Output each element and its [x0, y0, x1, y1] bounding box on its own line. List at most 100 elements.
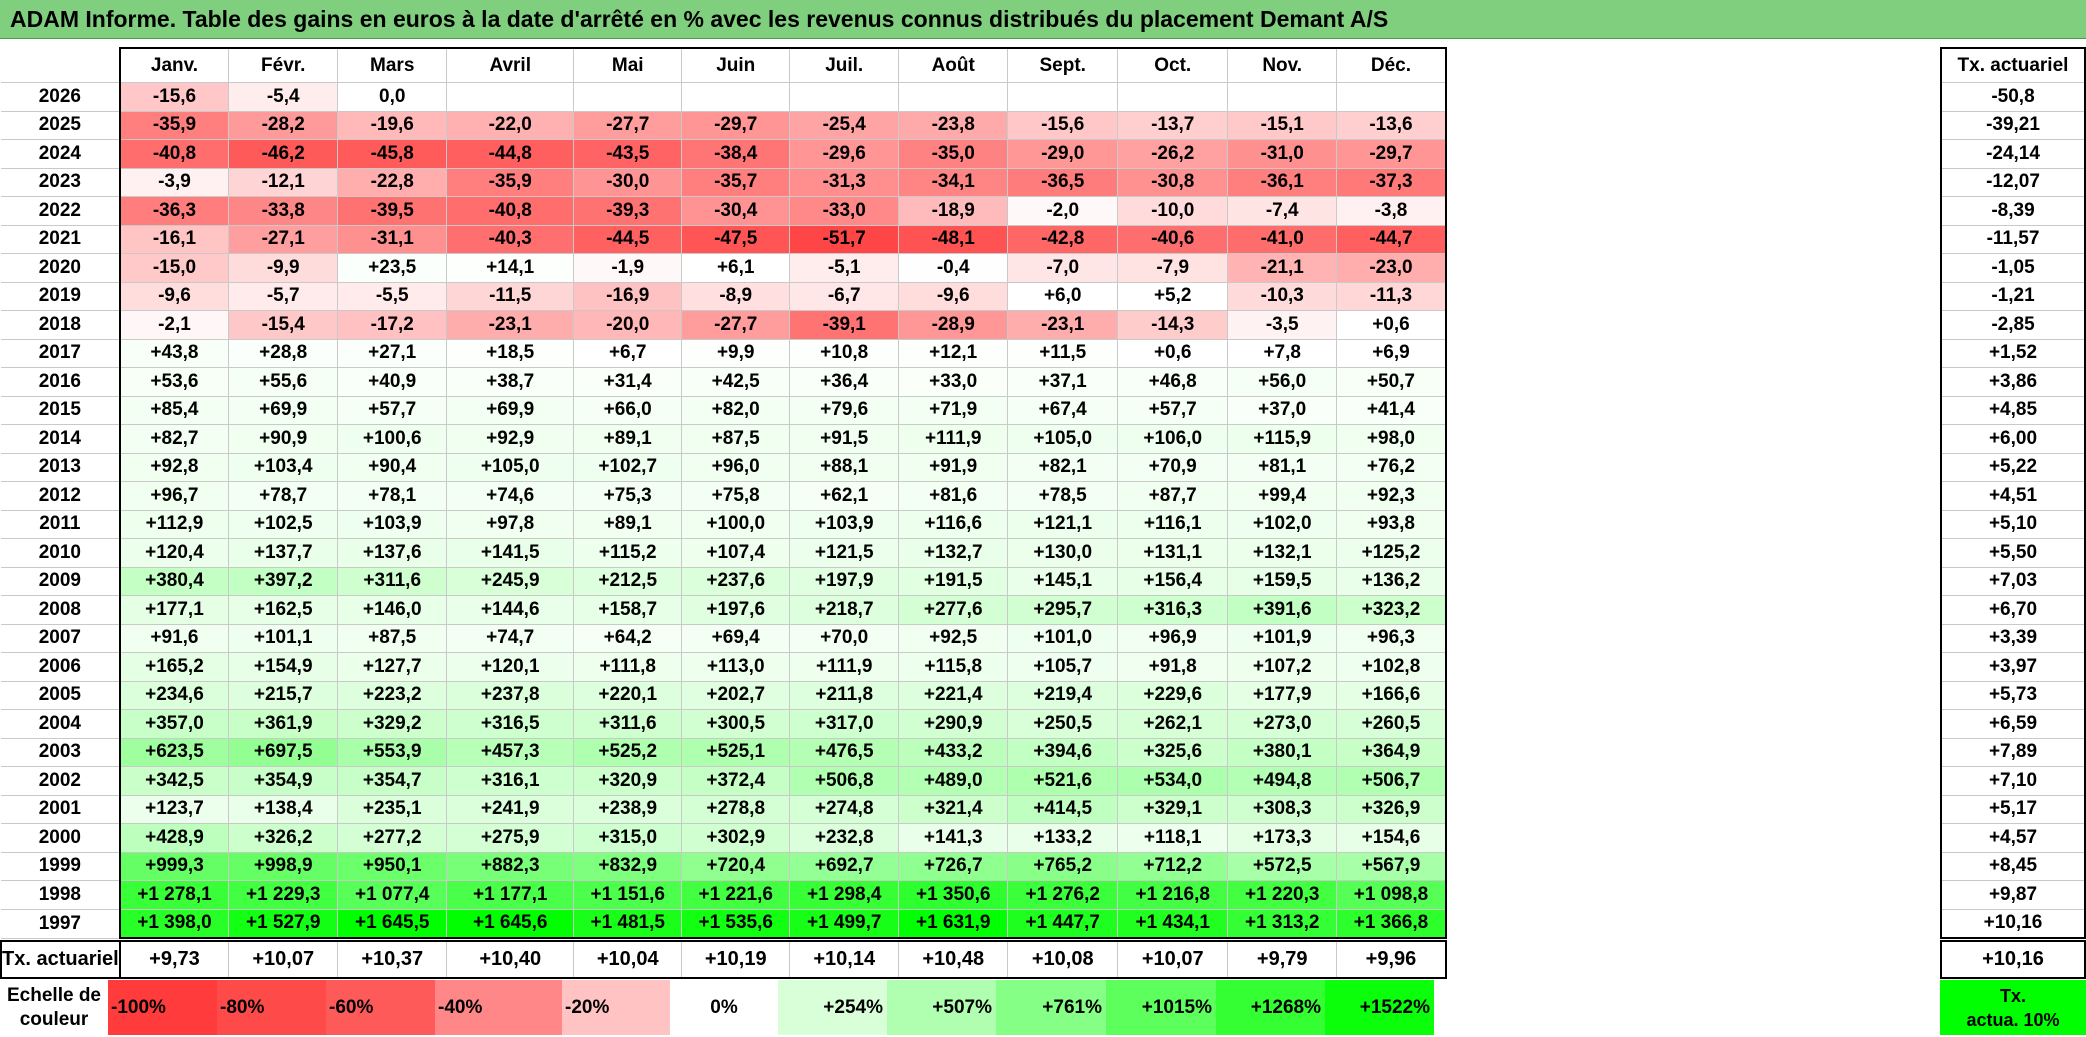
- tx-row: -24,14: [1940, 139, 2086, 169]
- gain-cell: +53,6: [118, 367, 230, 397]
- gain-cell: +235,1: [337, 794, 448, 824]
- month-header: Sept.: [1007, 47, 1119, 83]
- gain-cell: -15,4: [228, 310, 339, 340]
- gain-cell: [789, 82, 900, 112]
- gain-cell: +162,5: [228, 595, 339, 625]
- gain-cell: +316,1: [446, 766, 575, 796]
- gain-cell: +37,1: [1007, 367, 1119, 397]
- gain-cell: +67,4: [1007, 395, 1119, 425]
- table-row: 2000 +428,9 +326,2 +277,2 +275,9 +315,0 +302,9…: [1, 823, 1447, 853]
- gain-cell: [681, 82, 791, 112]
- gain-cell: +1 398,0: [118, 908, 230, 939]
- gain-cell: -29,7: [1336, 139, 1447, 169]
- table-row: 2023 -3,9 -12,1 -22,8 -35,9 -30,0 -35,7 -31,3 -3…: [1, 167, 1447, 197]
- legend-swatch: -40%: [435, 980, 562, 1035]
- table-row: 1997 +1 398,0 +1 527,9 +1 645,5 +1 645,6 +1 4…: [1, 908, 1447, 939]
- tx-cell: +5,10: [1940, 509, 2086, 539]
- gain-cell: [1227, 82, 1338, 112]
- tx-cell: -24,14: [1940, 139, 2086, 169]
- gain-cell: +397,2: [228, 566, 339, 596]
- gain-cell: +234,6: [118, 680, 230, 710]
- gain-cell: +120,4: [118, 538, 230, 568]
- gain-cell: -14,3: [1117, 310, 1229, 340]
- gain-cell: -7,0: [1007, 253, 1119, 283]
- header-row: Janv. Févr. Mars Avril Mai Juin Juil. Août Sept.…: [1, 47, 1447, 83]
- gain-cell: -36,3: [118, 196, 230, 226]
- gain-cell: +156,4: [1117, 566, 1229, 596]
- gain-cell: +1 366,8: [1336, 908, 1447, 939]
- gain-cell: +273,0: [1227, 709, 1338, 739]
- gain-cell: +238,9: [573, 794, 683, 824]
- legend-swatch: +1015%: [1106, 980, 1216, 1035]
- gain-cell: -36,5: [1007, 167, 1119, 197]
- table-row: 2017 +43,8 +28,8 +27,1 +18,5 +6,7 +9,9 +10,8 +12…: [1, 338, 1447, 368]
- tx-row: +4,57: [1940, 823, 2086, 853]
- gain-cell: +316,5: [446, 709, 575, 739]
- gain-cell: +69,4: [681, 623, 791, 653]
- gain-cell: -31,0: [1227, 139, 1338, 169]
- gain-cell: -29,0: [1007, 139, 1119, 169]
- gain-cell: +212,5: [573, 566, 683, 596]
- gain-cell: +316,3: [1117, 595, 1229, 625]
- gain-cell: +197,9: [789, 566, 900, 596]
- gain-cell: +489,0: [898, 766, 1009, 796]
- gain-cell: +317,0: [789, 709, 900, 739]
- tx-cell: +9,87: [1940, 880, 2086, 910]
- gain-cell: +211,8: [789, 680, 900, 710]
- legend-label-line2: couleur: [19, 1008, 89, 1030]
- gain-cell: +103,9: [337, 509, 448, 539]
- gain-cell: +99,4: [1227, 481, 1338, 511]
- gain-cell: -35,9: [118, 110, 230, 140]
- year-label: 2021: [1, 224, 121, 254]
- gain-cell: -29,7: [681, 110, 791, 140]
- tx-cell: +5,22: [1940, 452, 2086, 482]
- gain-cell: -40,8: [446, 196, 575, 226]
- tx-row: +6,00: [1940, 424, 2086, 454]
- table-row: 2015 +85,4 +69,9 +57,7 +69,9 +66,0 +82,0 +79,6 +…: [1, 395, 1447, 425]
- tx-row: +4,51: [1940, 481, 2086, 511]
- gain-cell: +111,9: [898, 424, 1009, 454]
- tx-total-row: +10,16: [1940, 940, 2086, 979]
- tx-cell: +3,86: [1940, 367, 2086, 397]
- gain-cell: +69,9: [228, 395, 339, 425]
- tx-cell: +6,00: [1940, 424, 2086, 454]
- gain-cell: -21,1: [1227, 253, 1338, 283]
- gain-cell: [573, 82, 683, 112]
- gain-cell: +1 276,2: [1007, 880, 1119, 910]
- gain-cell: +357,0: [118, 709, 230, 739]
- gain-cell: +81,1: [1227, 452, 1338, 482]
- tx-cell: -1,05: [1940, 253, 2086, 283]
- gain-cell: +133,2: [1007, 823, 1119, 853]
- gain-cell: +1 434,1: [1117, 908, 1229, 939]
- tx-row: +9,87: [1940, 880, 2086, 910]
- gain-cell: -42,8: [1007, 224, 1119, 254]
- gain-cell: -30,0: [573, 167, 683, 197]
- tx-actuariel-cell: +9,79: [1227, 940, 1338, 979]
- gain-cell: -6,7: [789, 281, 900, 311]
- table-row: 2022 -36,3 -33,8 -39,5 -40,8 -39,3 -30,4 -33,0-…: [1, 196, 1447, 226]
- gain-cell: +241,9: [446, 794, 575, 824]
- tx-row: +5,50: [1940, 538, 2086, 568]
- gain-cell: -41,0: [1227, 224, 1338, 254]
- tx-cell: +6,59: [1940, 709, 2086, 739]
- tx-row: +5,17: [1940, 794, 2086, 824]
- year-label: 2010: [1, 538, 121, 568]
- year-label: 2001: [1, 794, 121, 824]
- gain-cell: -29,6: [789, 139, 900, 169]
- table-row: 2007 +91,6 +101,1 +87,5 +74,7 +64,2 +69,4 +70,0…: [1, 623, 1447, 653]
- year-label: 2012: [1, 481, 121, 511]
- legend-label: Echelle de couleur: [0, 980, 108, 1035]
- tx-cell: -8,39: [1940, 196, 2086, 226]
- year-label: 2014: [1, 424, 121, 454]
- gain-cell: +6,0: [1007, 281, 1119, 311]
- gain-cell: -35,9: [446, 167, 575, 197]
- tx-row: +3,97: [1940, 652, 2086, 682]
- gain-cell: -23,8: [898, 110, 1009, 140]
- gain-cell: +137,7: [228, 538, 339, 568]
- year-label: 2011: [1, 509, 121, 539]
- gain-cell: +74,7: [446, 623, 575, 653]
- gain-cell: +1 447,7: [1007, 908, 1119, 939]
- gain-cell: +354,9: [228, 766, 339, 796]
- gain-cell: +506,7: [1336, 766, 1447, 796]
- gain-cell: +38,7: [446, 367, 575, 397]
